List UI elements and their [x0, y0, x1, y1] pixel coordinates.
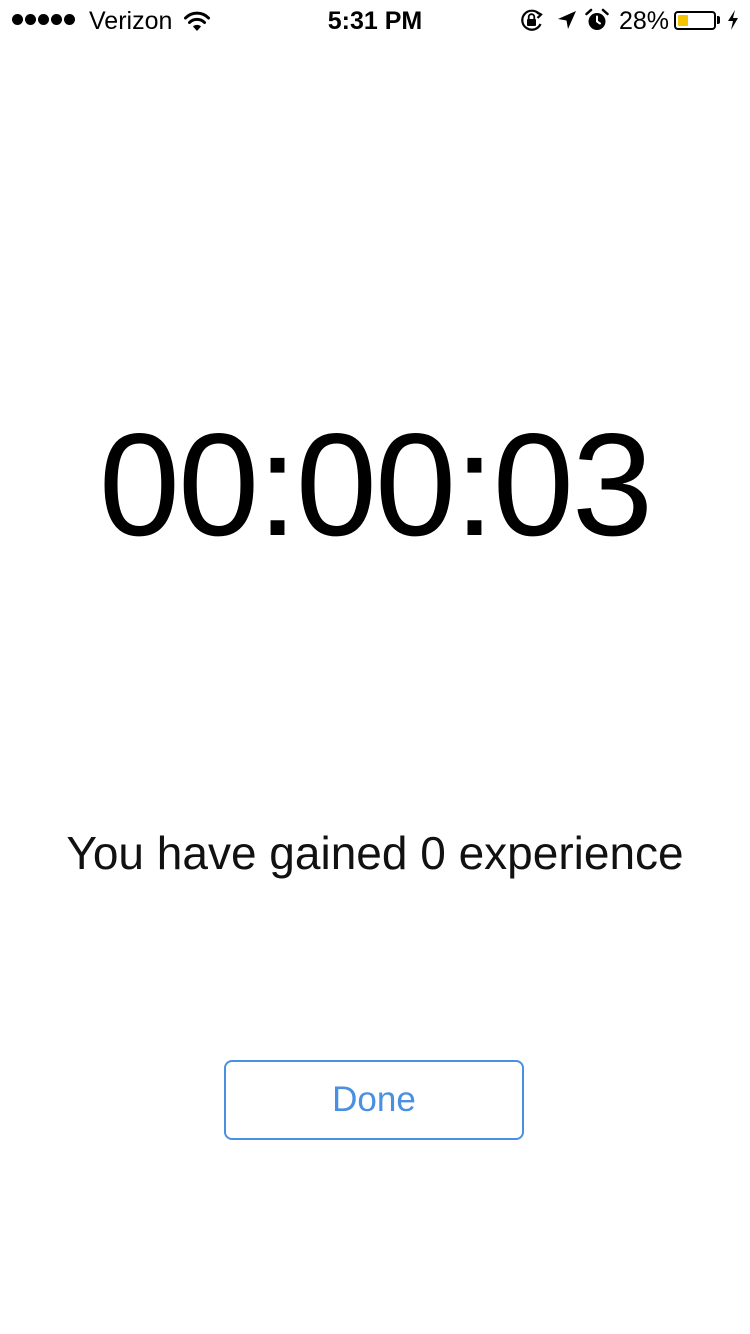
- alarm-clock-icon: [585, 8, 609, 30]
- experience-message: You have gained 0 experience: [66, 827, 684, 879]
- battery-level-fill: [678, 15, 688, 26]
- elapsed-timer: 00:00:03: [98, 403, 653, 566]
- battery-tip: [717, 16, 720, 24]
- charging-bolt-icon: [728, 10, 738, 30]
- done-button[interactable]: Done: [224, 1060, 524, 1140]
- battery-icon: [674, 11, 716, 30]
- status-bar: Verizon 5:31 PM 28%: [0, 0, 750, 40]
- location-arrow-icon: [558, 11, 576, 29]
- rotation-lock-icon: [521, 9, 543, 31]
- battery-percentage: 28%: [619, 7, 670, 35]
